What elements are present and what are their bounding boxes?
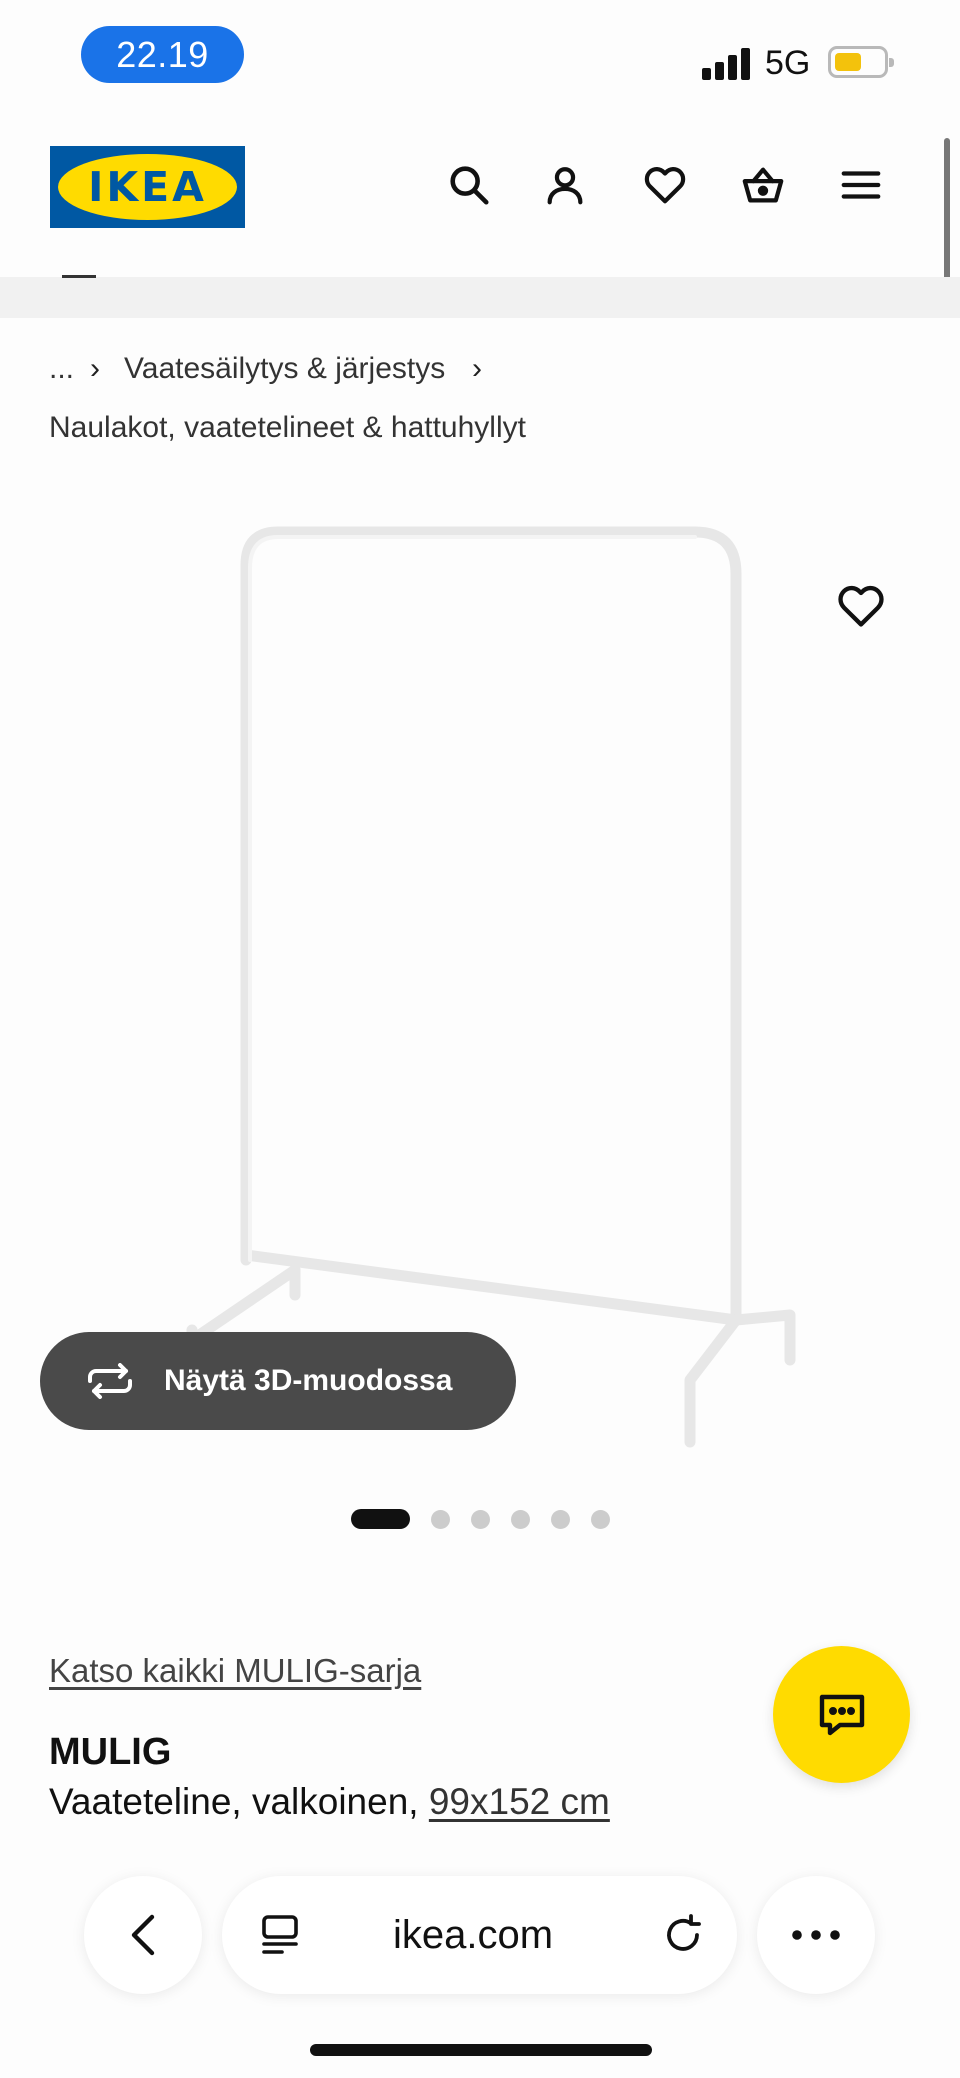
product-description-text: Vaateteline, valkoinen, bbox=[49, 1781, 429, 1822]
breadcrumb-item-racks[interactable]: Naulakot, vaatetelineet & hattuhyllyt bbox=[49, 411, 526, 445]
breadcrumb-ellipsis[interactable]: ... bbox=[49, 352, 74, 386]
chat-button[interactable] bbox=[773, 1646, 910, 1783]
product-description: Vaateteline, valkoinen, 99x152 cm bbox=[49, 1781, 610, 1823]
image-carousel-indicator[interactable] bbox=[351, 1509, 610, 1529]
status-time: 22.19 bbox=[81, 26, 244, 83]
search-icon[interactable] bbox=[444, 160, 494, 210]
tabs-overview-icon[interactable] bbox=[258, 1913, 302, 1957]
battery-icon bbox=[828, 46, 894, 78]
account-icon[interactable] bbox=[540, 160, 590, 210]
breadcrumb-chevron-icon: › bbox=[472, 352, 482, 385]
product-image[interactable] bbox=[170, 520, 810, 1460]
carousel-dot-active[interactable] bbox=[351, 1509, 410, 1529]
size-link[interactable]: 99x152 cm bbox=[429, 1781, 610, 1822]
rotate-3d-icon bbox=[88, 1363, 132, 1399]
breadcrumb-item-storage[interactable]: Vaatesäilytys & järjestys bbox=[124, 352, 445, 386]
carousel-dot[interactable] bbox=[471, 1509, 490, 1529]
home-indicator[interactable] bbox=[310, 2044, 652, 2056]
breadcrumb-chevron-icon: › bbox=[90, 352, 100, 385]
network-type: 5G bbox=[765, 44, 811, 82]
carousel-dot[interactable] bbox=[511, 1509, 530, 1529]
view-3d-button[interactable]: Näytä 3D-muodossa bbox=[40, 1332, 516, 1430]
series-link[interactable]: Katso kaikki MULIG-sarja bbox=[49, 1652, 421, 1690]
chevron-left-icon bbox=[131, 1914, 155, 1956]
ikea-logo[interactable]: IKEA bbox=[50, 146, 245, 228]
reload-icon[interactable] bbox=[661, 1913, 705, 1957]
browser-more-button[interactable] bbox=[757, 1876, 875, 1994]
view-3d-label: Näytä 3D-muodossa bbox=[164, 1364, 453, 1397]
carousel-dot[interactable] bbox=[431, 1509, 450, 1529]
cellular-signal-icon bbox=[702, 48, 752, 80]
chat-bubble-icon bbox=[819, 1694, 864, 1735]
wishlist-heart-icon[interactable] bbox=[640, 160, 690, 210]
collapsed-indicator bbox=[62, 275, 96, 278]
header-divider-band bbox=[0, 277, 960, 318]
carousel-dot[interactable] bbox=[591, 1509, 610, 1529]
product-name: MULIG bbox=[49, 1731, 172, 1773]
carousel-dot[interactable] bbox=[551, 1509, 570, 1529]
product-favorite-heart-icon[interactable] bbox=[835, 580, 887, 632]
logo-text: IKEA bbox=[58, 154, 237, 220]
browser-back-button[interactable] bbox=[84, 1876, 202, 1994]
url-text[interactable]: ikea.com bbox=[393, 1913, 553, 1958]
more-dots-icon bbox=[792, 1930, 840, 1940]
shopping-basket-icon[interactable] bbox=[738, 160, 788, 210]
menu-hamburger-icon[interactable] bbox=[836, 160, 886, 210]
